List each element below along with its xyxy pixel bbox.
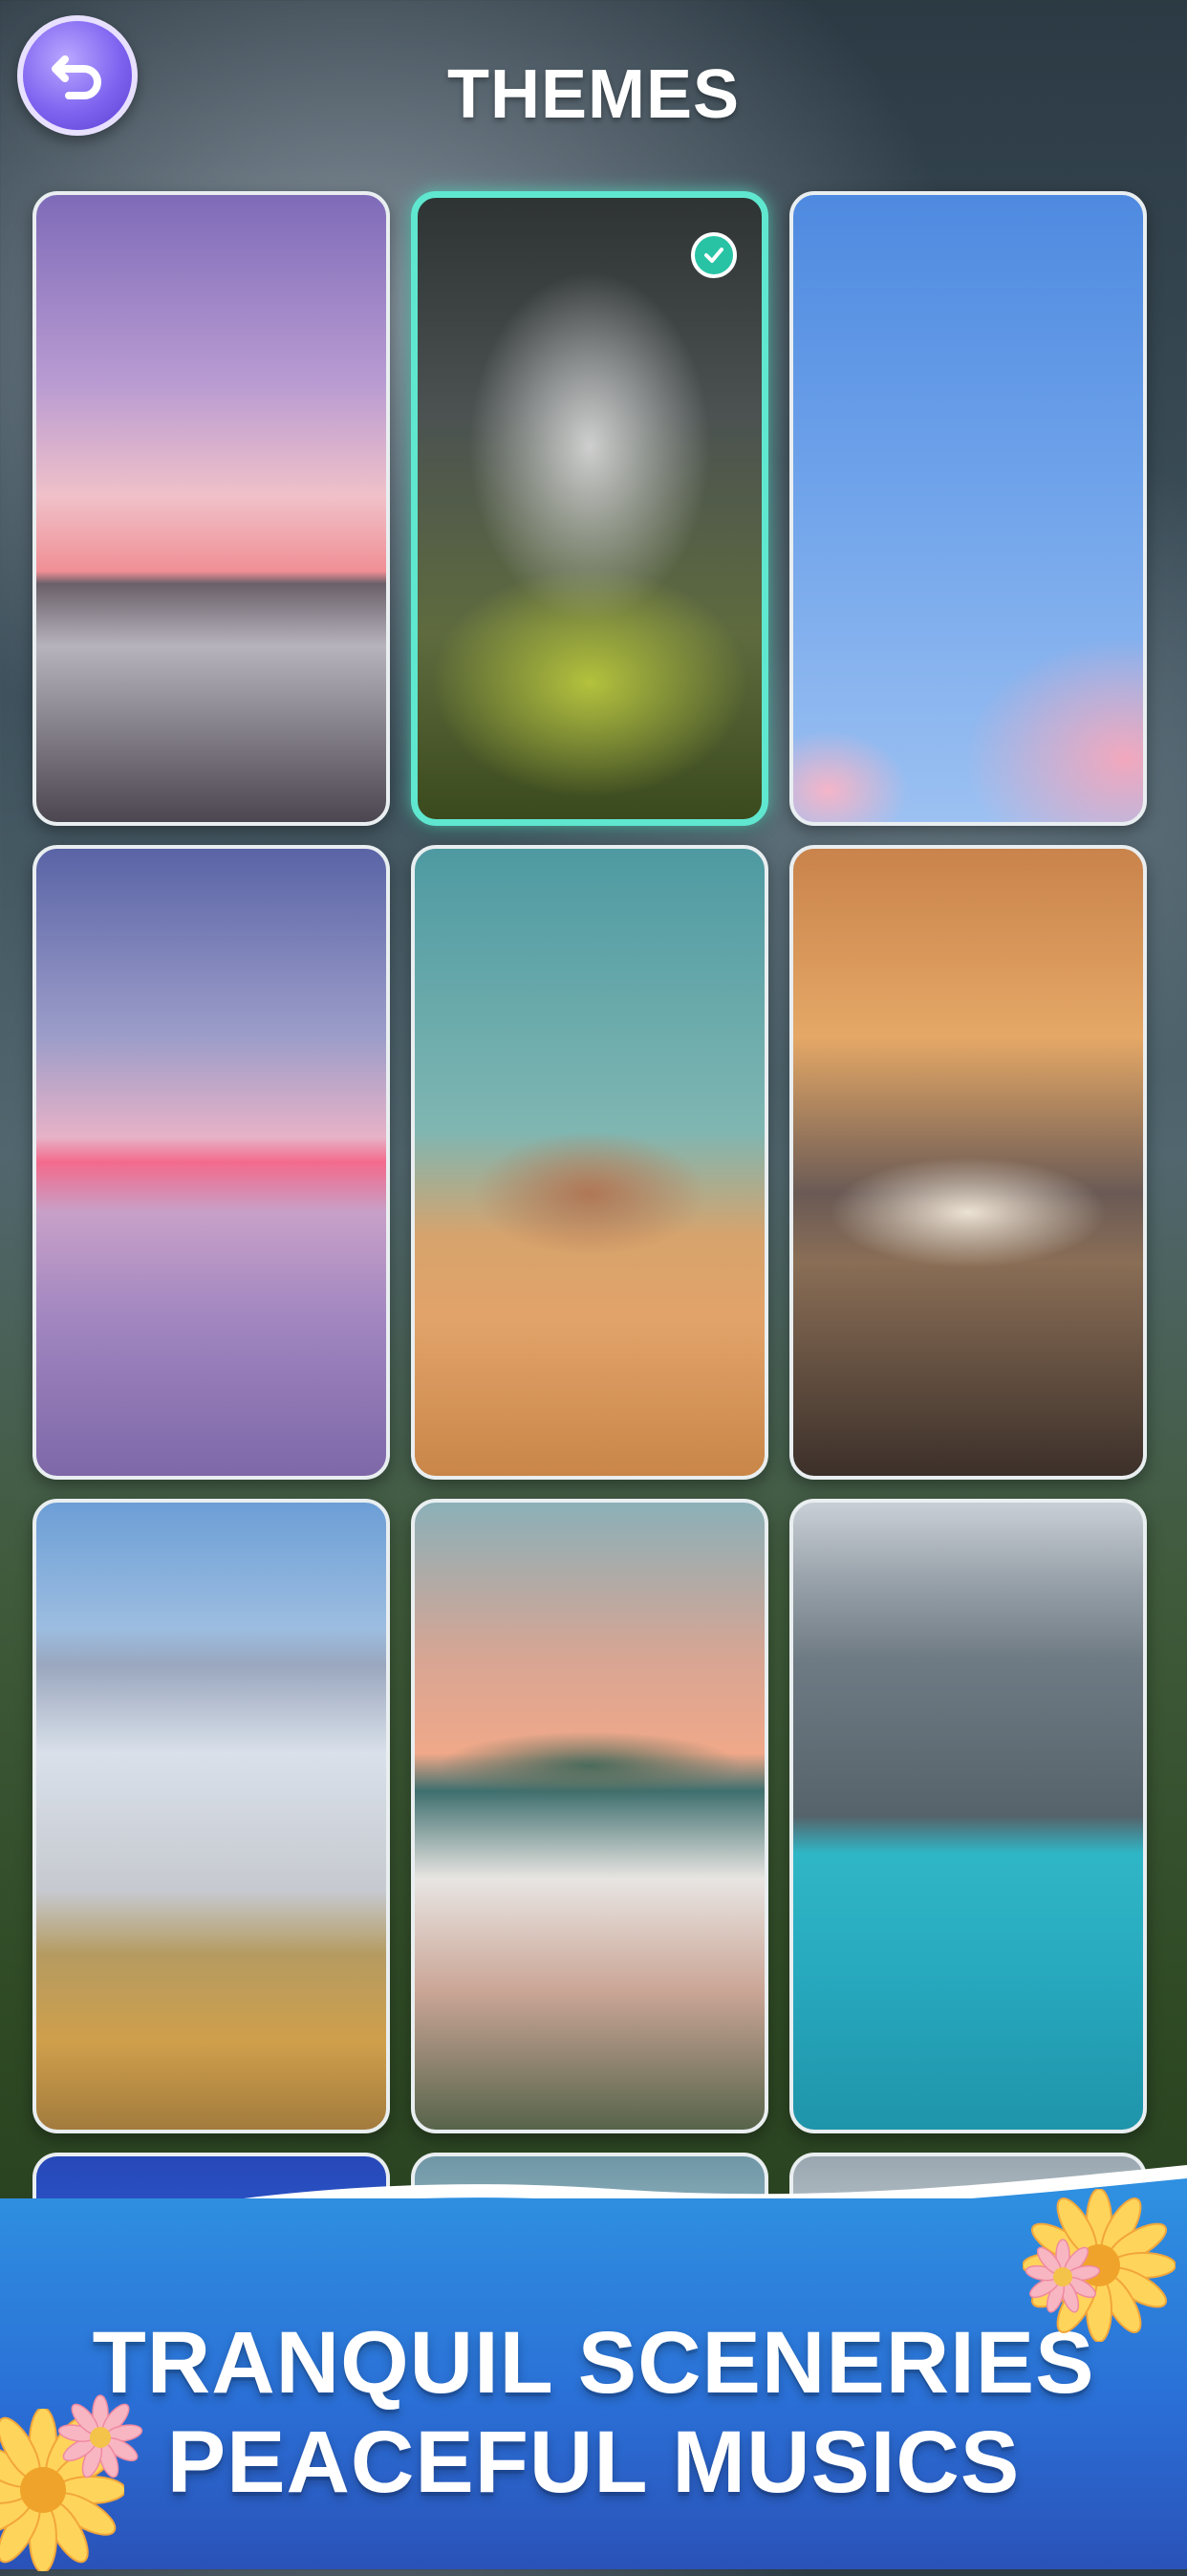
theme-card-desert-rock[interactable]: [411, 845, 768, 1480]
pink-daisy-icon: [57, 2394, 143, 2485]
theme-card-turquoise-lake-forest[interactable]: [789, 1499, 1147, 2133]
theme-card-mosque-dusk[interactable]: [789, 845, 1147, 1480]
promo-line-1: TRANQUIL SCENERIES: [92, 2314, 1095, 2412]
selected-check-icon: [691, 232, 737, 278]
theme-card-mountain-sunset[interactable]: [32, 191, 390, 826]
theme-grid: [32, 191, 1155, 2267]
theme-card-hillside-village[interactable]: [411, 1499, 768, 2133]
theme-card-volcanic-steam[interactable]: [411, 191, 768, 826]
pink-daisy-icon: [1025, 2239, 1101, 2320]
theme-card-cherry-blossom-sky[interactable]: [789, 191, 1147, 826]
theme-card-sea-of-clouds[interactable]: [32, 845, 390, 1480]
page-title: THEMES: [446, 56, 741, 133]
theme-card-salt-lake[interactable]: [32, 1499, 390, 2133]
promo-line-2: PEACEFUL MUSICS: [166, 2414, 1021, 2511]
